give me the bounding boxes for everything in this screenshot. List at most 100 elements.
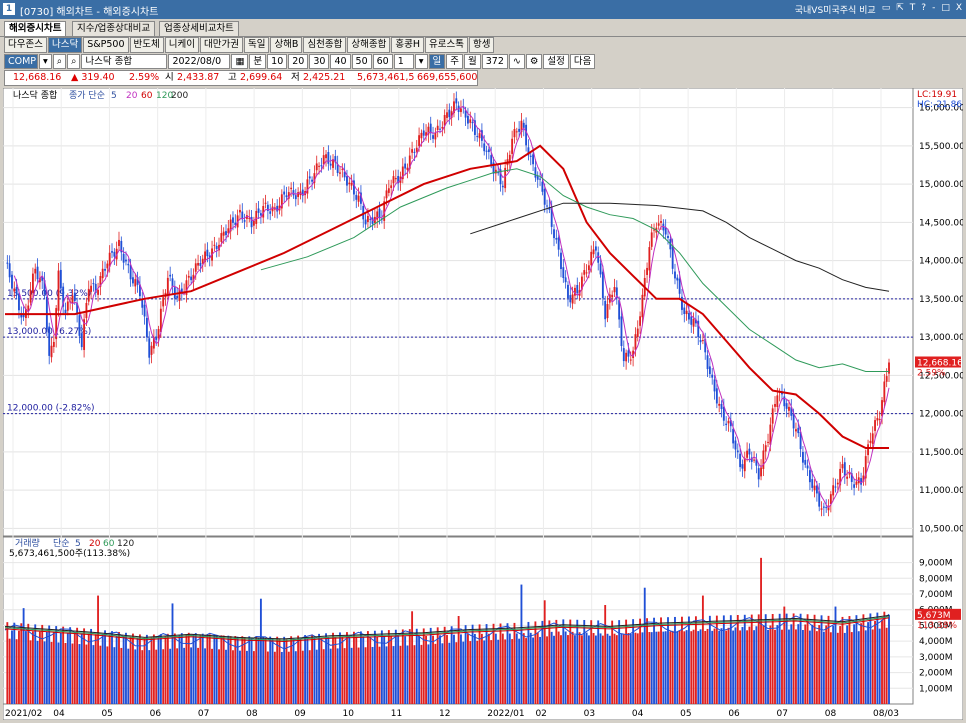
volume-bar (650, 632, 653, 704)
help-icon[interactable]: ? (921, 3, 926, 16)
volume-bar (55, 626, 58, 704)
day-button[interactable]: 일 (428, 54, 446, 69)
x-axis-label: 08 (246, 709, 258, 719)
window-control-icon[interactable]: ⇱ (896, 3, 904, 16)
volume-bar (839, 626, 842, 704)
tab-overseas-chart[interactable]: 해외증시차트 (4, 21, 67, 36)
volume-legend-period: 5 (75, 539, 81, 549)
candle-body (685, 310, 688, 315)
volume-bar (836, 632, 839, 704)
date-input[interactable]: 2022/08/0 (168, 54, 231, 69)
period-60[interactable]: 60 (372, 54, 393, 69)
candle-body (795, 429, 797, 432)
candle-body (366, 215, 369, 222)
history-icon[interactable]: ⌕ (67, 54, 81, 69)
month-button[interactable]: 월 (464, 54, 481, 69)
market-button-active[interactable]: 나스닥 (47, 37, 83, 53)
volume-bar (229, 636, 232, 704)
volume-bar (739, 630, 742, 704)
volume-bar (380, 630, 383, 704)
candle-body (611, 294, 614, 298)
market-button[interactable]: 상해B (270, 37, 303, 53)
volume-bar (48, 625, 51, 704)
volume-bar (799, 613, 802, 704)
search-icon[interactable]: ⌕ (52, 54, 67, 69)
candle-body (490, 155, 493, 165)
market-button[interactable]: 유로스톡 (425, 37, 468, 53)
tab-sector-compare[interactable]: 업종상세비교차트 (159, 21, 239, 36)
volume-bar (601, 635, 604, 704)
market-button[interactable]: 다우존스 (4, 37, 47, 53)
volume-bar (490, 640, 493, 704)
volume-bar (155, 649, 158, 704)
candle-body (725, 423, 728, 426)
volume-bar (753, 630, 756, 704)
market-button[interactable]: 홍콩H (391, 37, 424, 53)
volume-bar (811, 624, 814, 704)
settings-button[interactable]: 설정 (543, 54, 569, 69)
volume-bar (555, 619, 558, 704)
volume-bar (106, 646, 109, 704)
period-input[interactable]: 1 (393, 54, 414, 69)
period-20[interactable]: 20 (288, 54, 309, 69)
toggle-icon[interactable]: ∿ (508, 54, 525, 69)
candle-body (15, 287, 18, 295)
period-40[interactable]: 40 (330, 54, 351, 69)
candle-body (569, 295, 572, 303)
period-dropdown-icon[interactable]: ▾ (414, 54, 428, 69)
chart-svg[interactable]: 16,000.0015,500.0015,000.0014,500.0014,0… (2, 87, 965, 721)
maximize-icon[interactable]: □ (941, 3, 950, 16)
gear-icon[interactable]: ⚙ (525, 54, 543, 69)
market-button[interactable]: 독일 (243, 37, 270, 53)
count-input[interactable]: 372 (481, 54, 508, 69)
compare-link[interactable]: 국내VS미국주식 비교 (795, 3, 876, 16)
next-button[interactable]: 다음 (569, 54, 596, 69)
volume-bar (357, 647, 360, 704)
market-button[interactable]: 항셍 (468, 37, 495, 53)
hc-label: HC:-21.86 (917, 100, 962, 110)
candle-body (853, 484, 856, 488)
volume-bar (594, 635, 597, 704)
candle-body (532, 154, 535, 165)
market-button[interactable]: 심천종합 (303, 37, 347, 53)
market-button[interactable]: 상해종합 (347, 37, 391, 53)
tab-index-compare[interactable]: 지수/업종상대비교 (72, 21, 156, 36)
candle-body (290, 187, 293, 190)
volume-bar (394, 629, 397, 704)
close-icon[interactable]: X (956, 3, 962, 16)
candle-body (257, 208, 260, 213)
period-30[interactable]: 30 (309, 54, 330, 69)
volume-bar (25, 631, 27, 704)
minimize-icon[interactable]: - (932, 3, 935, 16)
candle-body (676, 277, 679, 281)
x-axis-label: 07 (777, 709, 788, 719)
period-50[interactable]: 50 (351, 54, 372, 69)
dropdown-icon[interactable]: ▾ (39, 54, 52, 69)
volume-bar (606, 633, 609, 704)
candle-body (106, 263, 109, 269)
volume-bar (843, 632, 846, 704)
candle-body (727, 420, 730, 424)
volume-bar (788, 629, 790, 704)
candle-body (187, 275, 190, 278)
market-button[interactable]: 반도체 (129, 37, 164, 53)
candle-body (13, 288, 16, 292)
candle-body (220, 233, 223, 242)
market-button[interactable]: S&P500 (83, 37, 129, 53)
candle-body (392, 176, 395, 184)
volume-bar (734, 627, 737, 704)
window-control-icon[interactable]: ▭ (882, 3, 891, 16)
period-minute[interactable]: 분 (249, 54, 267, 69)
week-button[interactable]: 주 (446, 54, 464, 69)
symbol-code-input[interactable]: COMP (4, 54, 38, 69)
calendar-icon[interactable]: ▦ (231, 54, 249, 69)
period-10[interactable]: 10 (267, 54, 288, 69)
market-button[interactable]: 대만가권 (199, 37, 243, 53)
volume-bar (138, 634, 141, 704)
volume-bar (629, 633, 632, 704)
volume-bar (171, 603, 174, 704)
volume-bar (825, 625, 828, 704)
market-button[interactable]: 니케이 (164, 37, 199, 53)
candle-body (822, 506, 825, 508)
window-control-icon[interactable]: T (910, 3, 916, 16)
